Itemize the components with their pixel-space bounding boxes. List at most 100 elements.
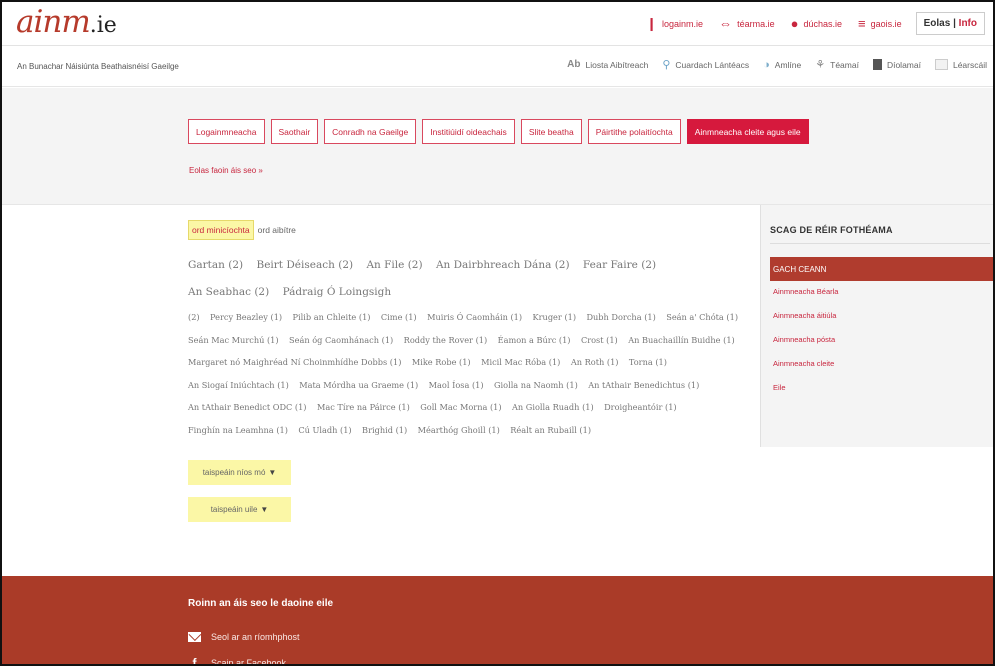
category-button-political-parties[interactable]: Páirtithe polaitíochta <box>587 119 681 144</box>
name-tag[interactable]: Mike Robe (1) <box>412 357 471 367</box>
nav-link-fulltext-search[interactable]: ⚲ Cuardach Lántéacs <box>662 58 749 71</box>
name-tag[interactable]: Méarthóg Ghoill (1) <box>418 425 500 435</box>
name-tag[interactable]: Giolla na Naomh (1) <box>494 380 578 390</box>
category-button-pen-names[interactable]: Ainmneacha cleite agus eile <box>686 119 809 144</box>
site-link-gaois[interactable]: ≡ gaois.ie <box>858 16 902 31</box>
share-email-link[interactable]: Seol ar an ríomhphost <box>188 632 300 642</box>
name-tag-label: Seán óg Caomhánach <box>289 334 380 345</box>
tag-cloud-top-line: Gartan (2) Beirt Déiseach (2) An File (2… <box>188 252 748 306</box>
name-tag-label: An File <box>366 259 405 271</box>
name-tag[interactable]: An Giolla Ruadh (1) <box>512 402 594 412</box>
subtheme-english-names[interactable]: Ainmneacha Béarla <box>773 287 838 311</box>
name-tag[interactable]: Finghín na Leamhna (1) <box>188 425 288 435</box>
name-tag[interactable]: Réalt an Rubaill (1) <box>510 425 591 435</box>
category-button-gaelic-league[interactable]: Conradh na Gaeilge <box>324 119 417 144</box>
name-tag[interactable]: Pádraig Ó Loingsigh <box>283 286 392 298</box>
name-tag[interactable]: An Dairbhreach Dána (2) <box>436 259 570 271</box>
map-icon <box>934 59 948 70</box>
subtheme-other[interactable]: Eile <box>773 383 838 407</box>
show-more-button[interactable]: taispeáin níos mó ▼ <box>188 460 291 485</box>
name-tag-label: Percy Beazley <box>210 312 268 322</box>
name-tag[interactable]: Margaret nó Maighréad Ní Choinmhídhe Dob… <box>188 357 401 367</box>
site-name[interactable]: An Bunachar Náisiúnta Beathaisnéisí Gaei… <box>17 62 179 71</box>
share-facebook-link[interactable]: f Scaip ar Facebook <box>188 656 287 666</box>
name-tag[interactable]: Micil Mac Róba (1) <box>481 357 560 367</box>
name-tag[interactable]: An File (2) <box>366 259 422 271</box>
name-tag[interactable]: (2) <box>188 312 200 322</box>
site-link-logainm[interactable]: ❙ logainm.ie <box>646 16 703 32</box>
name-tag[interactable]: Roddy the Rover (1) <box>404 335 488 345</box>
book-icon <box>872 59 882 70</box>
name-tag[interactable]: An Buachaillín Buidhe (1) <box>628 335 735 345</box>
name-tag[interactable]: Cime (1) <box>381 312 417 322</box>
name-tag-label: An Seabhac <box>188 286 251 298</box>
name-tag[interactable]: Seán Mac Murchú (1) <box>188 335 279 345</box>
name-tag[interactable]: Droigheantóir (1) <box>604 402 677 412</box>
name-tag-label: Éamon a Búrc <box>497 334 557 345</box>
facebook-icon: f <box>192 656 197 666</box>
subtheme-local-names[interactable]: Ainmneacha áitiúla <box>773 311 838 335</box>
name-tag[interactable]: Mac Tíre na Páirce (1) <box>317 402 410 412</box>
name-tag-count: (1) <box>471 379 484 390</box>
name-tag-count: (1) <box>548 357 561 367</box>
name-tag[interactable]: Seán a' Chóta (1) <box>666 312 738 322</box>
nav-link-themes[interactable]: ⚘ Téamaí <box>815 58 859 71</box>
logo-text: ainm <box>16 4 91 40</box>
about-resource-link[interactable]: Eolas faoin áis seo » <box>189 166 263 175</box>
name-tag-count: (2) <box>228 259 244 271</box>
name-tag-count: (1) <box>564 312 577 322</box>
category-button-works[interactable]: Saothair <box>270 119 319 144</box>
name-tag[interactable]: Gartan (2) <box>188 259 243 271</box>
name-tag[interactable]: Seán óg Caomhánach (1) <box>289 335 393 345</box>
name-tag[interactable]: Fear Faire (2) <box>583 259 656 271</box>
name-tag[interactable]: Beirt Déiseach (2) <box>257 259 354 271</box>
name-tag[interactable]: Torna (1) <box>629 357 667 367</box>
subtheme-pen-names[interactable]: Ainmneacha cleite <box>773 359 838 383</box>
share-facebook-label: Scaip ar Facebook <box>211 658 287 666</box>
nav-link-collections[interactable]: Díolamaí <box>872 58 921 71</box>
show-all-button[interactable]: taispeáin uile ▼ <box>188 497 291 522</box>
name-tag[interactable]: An Roth (1) <box>571 357 619 367</box>
site-link-tearma[interactable]: ⇔ téarma.ie <box>719 16 775 31</box>
nav-links: Ab Liosta Aibítreach ⚲ Cuardach Lántéacs… <box>553 58 987 72</box>
name-tag[interactable]: Pilib an Chleite (1) <box>293 312 371 322</box>
category-button-occupations[interactable]: Slite beatha <box>520 119 582 144</box>
eolas-info-button[interactable]: Eolas | Info <box>915 12 985 35</box>
name-tag[interactable]: An Seabhac (2) <box>188 286 269 298</box>
name-tag-count: (2) <box>188 312 200 322</box>
name-tag[interactable]: Crost (1) <box>581 335 618 345</box>
name-tag[interactable]: Percy Beazley (1) <box>210 312 282 322</box>
subtheme-all[interactable]: GACH CEANN <box>770 257 993 281</box>
category-button-educational-institutions[interactable]: Institiúidí oideachais <box>422 119 515 144</box>
name-tag[interactable]: An tAthair Benedict ODC (1) <box>188 402 307 412</box>
name-tag-count: (1) <box>389 357 402 367</box>
site-logo[interactable]: ainm.ie <box>16 4 117 40</box>
name-tag-count: (1) <box>276 424 288 435</box>
nav-link-timeline[interactable]: ◑ Amlíne <box>763 58 801 71</box>
name-tag[interactable]: An tAthair Benedichtus (1) <box>588 380 699 390</box>
show-all-label: taispeáin uile <box>210 505 258 514</box>
name-tag[interactable]: Brighid (1) <box>362 425 407 435</box>
category-button-placenames[interactable]: Logainmneacha <box>188 119 265 144</box>
subtheme-married-names[interactable]: Ainmneacha pósta <box>773 335 838 359</box>
nav-link-map[interactable]: Léarscáil <box>934 58 987 71</box>
name-tag[interactable]: Goll Mac Morna (1) <box>420 402 501 412</box>
name-tag-count: (1) <box>510 312 523 322</box>
nav-link-alphabetical[interactable]: Ab Liosta Aibítreach <box>567 58 648 71</box>
sort-alphabetical[interactable]: ord aibítre <box>258 225 296 235</box>
name-tag[interactable]: Dubh Dorcha (1) <box>586 312 655 322</box>
name-tag-count: (1) <box>655 357 667 367</box>
share-email-label: Seol ar an ríomhphost <box>211 632 300 642</box>
name-tag[interactable]: Cú Uladh (1) <box>298 425 351 435</box>
name-tag[interactable]: Kruger (1) <box>533 312 577 322</box>
name-tag-count: (1) <box>475 334 488 345</box>
name-tag[interactable]: Éamon a Búrc (1) <box>498 335 571 345</box>
name-tag[interactable]: Maol Íosa (1) <box>429 380 484 390</box>
name-tag-count: (1) <box>381 334 394 345</box>
name-tag[interactable]: Muiris Ó Caomháin (1) <box>427 312 522 322</box>
name-tag[interactable]: An Siogaí Iniúchtach (1) <box>188 380 289 390</box>
name-tag[interactable]: Mata Mórdha ua Graeme (1) <box>299 380 418 390</box>
sort-by-frequency[interactable]: ord minicíochta <box>188 220 254 240</box>
name-tag-label: Mac Tíre na Páirce <box>316 402 396 412</box>
site-link-duchas[interactable]: ● dúchas.ie <box>791 16 842 31</box>
